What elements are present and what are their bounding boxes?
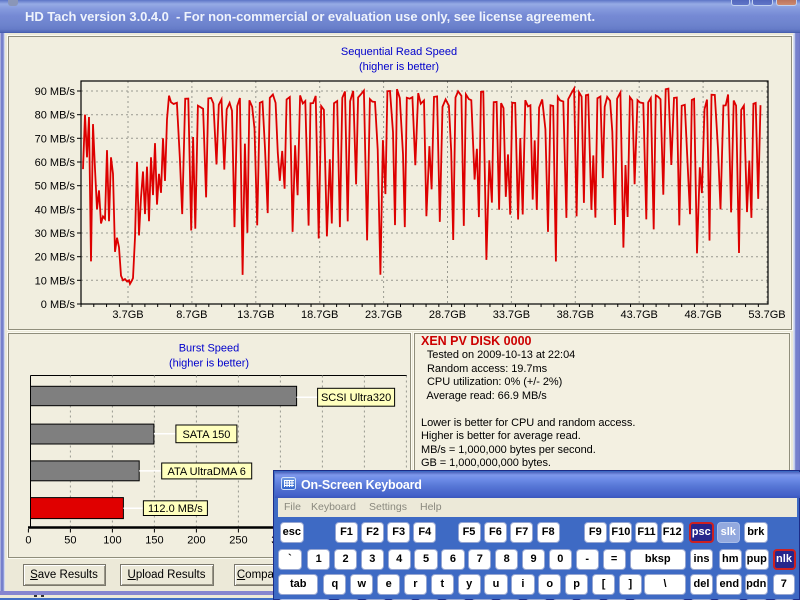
- svg-text:50 MB/s: 50 MB/s: [35, 181, 76, 193]
- svg-text:40 MB/s: 40 MB/s: [35, 204, 76, 216]
- svg-text:200: 200: [187, 535, 205, 547]
- svg-text:18.7GB: 18.7GB: [301, 309, 338, 321]
- svg-text:20 MB/s: 20 MB/s: [35, 252, 76, 264]
- svg-text:23.7GB: 23.7GB: [365, 309, 402, 321]
- svg-text:8.7GB: 8.7GB: [176, 309, 207, 321]
- svg-text:33.7GB: 33.7GB: [493, 309, 530, 321]
- svg-text:(higher is better): (higher is better): [359, 61, 439, 73]
- svg-text:30 MB/s: 30 MB/s: [35, 228, 76, 240]
- svg-text:(higher is better): (higher is better): [169, 358, 249, 370]
- svg-text:13.7GB: 13.7GB: [237, 309, 274, 321]
- svg-text:80 MB/s: 80 MB/s: [35, 110, 76, 122]
- svg-text:50: 50: [64, 535, 76, 547]
- svg-text:112.0 MB/s: 112.0 MB/s: [148, 503, 203, 515]
- svg-text:Sequential Read Speed: Sequential Read Speed: [341, 46, 457, 58]
- svg-text:90 MB/s: 90 MB/s: [35, 86, 76, 98]
- svg-text:10 MB/s: 10 MB/s: [35, 275, 76, 287]
- svg-text:100: 100: [103, 535, 121, 547]
- svg-text:SCSI Ultra320: SCSI Ultra320: [321, 392, 391, 404]
- svg-text:38.7GB: 38.7GB: [557, 309, 594, 321]
- svg-text:48.7GB: 48.7GB: [684, 309, 721, 321]
- svg-text:43.7GB: 43.7GB: [621, 309, 658, 321]
- svg-text:ATA UltraDMA 6: ATA UltraDMA 6: [167, 466, 245, 478]
- svg-text:70 MB/s: 70 MB/s: [35, 133, 76, 145]
- svg-text:53.7GB: 53.7GB: [748, 309, 785, 321]
- svg-text:3.7GB: 3.7GB: [112, 309, 143, 321]
- svg-text:0: 0: [25, 535, 31, 547]
- svg-text:0 MB/s: 0 MB/s: [41, 299, 76, 311]
- svg-text:SATA 150: SATA 150: [182, 429, 230, 441]
- svg-text:60 MB/s: 60 MB/s: [35, 157, 76, 169]
- svg-text:28.7GB: 28.7GB: [429, 309, 466, 321]
- svg-text:150: 150: [145, 535, 163, 547]
- svg-text:Burst Speed: Burst Speed: [179, 343, 240, 355]
- svg-text:250: 250: [229, 535, 247, 547]
